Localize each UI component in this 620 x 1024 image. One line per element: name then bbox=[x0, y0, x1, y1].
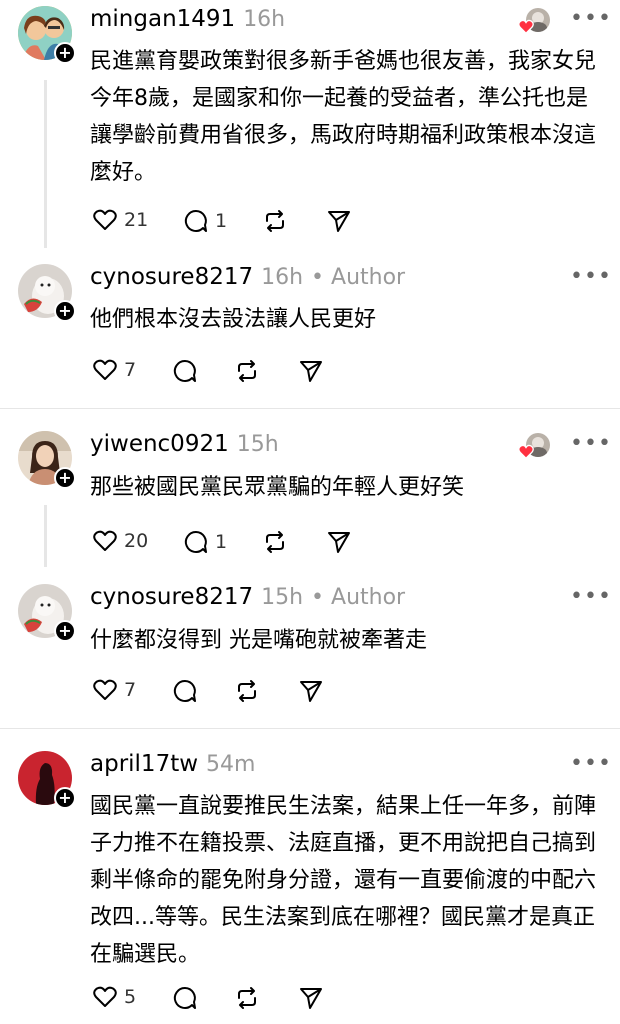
timestamp: 15h bbox=[236, 432, 279, 457]
repost-button[interactable] bbox=[234, 985, 260, 1015]
comment-header: cynosure8217 15h • Author bbox=[90, 584, 405, 610]
more-dots-icon[interactable]: ••• bbox=[570, 431, 612, 456]
reply-button[interactable] bbox=[172, 985, 198, 1015]
share-send-icon bbox=[300, 681, 322, 702]
share-button[interactable] bbox=[298, 358, 324, 388]
comment-text: 那些被國民黨民眾黨騙的年輕人更好笑 bbox=[90, 475, 465, 500]
reply-count: 1 bbox=[215, 531, 228, 553]
heart-icon bbox=[93, 530, 117, 551]
heart-icon bbox=[93, 986, 117, 1007]
follow-plus-icon[interactable]: + bbox=[54, 42, 76, 64]
divider bbox=[0, 408, 620, 409]
timestamp: 16h bbox=[243, 7, 286, 32]
reply-button[interactable] bbox=[172, 358, 198, 388]
repost-icon bbox=[266, 210, 284, 232]
heart-icon bbox=[93, 679, 117, 700]
reply-count: 1 bbox=[215, 210, 228, 232]
reply-button[interactable]: 1 bbox=[183, 529, 227, 555]
divider bbox=[0, 728, 620, 729]
repost-icon bbox=[266, 531, 284, 553]
comment-text: 民進黨育嬰政策對很多新手爸媽也很友善，我家女兒今年8歲，是國家和你一起養的受益者… bbox=[90, 49, 597, 185]
share-button[interactable] bbox=[326, 208, 352, 238]
reply-bubble-icon bbox=[173, 986, 196, 1009]
comment-text: 國民黨一直說要推民生法案，結果上任一年多，前陣子力推不在籍投票、法庭直播，更不用… bbox=[90, 794, 597, 967]
repost-button[interactable] bbox=[234, 358, 260, 388]
follow-plus-icon[interactable]: + bbox=[54, 620, 76, 642]
comment-header: april17tw 54m bbox=[90, 751, 255, 777]
like-count: 21 bbox=[124, 209, 149, 231]
reply-bubble-icon bbox=[184, 530, 207, 553]
comment-text: 他們根本沒去設法讓人民更好 bbox=[90, 307, 377, 332]
follow-plus-icon[interactable]: + bbox=[54, 300, 76, 322]
reply-bubble-icon bbox=[173, 359, 196, 382]
timestamp: 16h bbox=[261, 265, 304, 290]
reply-bubble-icon bbox=[173, 679, 196, 702]
comment-header: mingan1491 16h bbox=[90, 6, 285, 32]
reply-button[interactable] bbox=[172, 678, 198, 708]
comment-text: 什麼都沒得到 光是嘴砲就被牽著走 bbox=[90, 628, 427, 653]
heart-icon bbox=[93, 359, 117, 380]
thread-line bbox=[44, 80, 47, 248]
repost-button[interactable] bbox=[262, 208, 288, 238]
follow-plus-icon[interactable]: + bbox=[54, 787, 76, 809]
share-button[interactable] bbox=[298, 985, 324, 1015]
author-badge: • Author bbox=[311, 265, 406, 290]
username[interactable]: cynosure8217 bbox=[90, 584, 253, 610]
username[interactable]: mingan1491 bbox=[90, 6, 235, 32]
share-send-icon bbox=[328, 532, 350, 553]
timestamp: 15h bbox=[261, 585, 304, 610]
repost-icon bbox=[238, 360, 256, 382]
like-count: 20 bbox=[124, 530, 149, 552]
share-send-icon bbox=[300, 988, 322, 1009]
author-badge: • Author bbox=[311, 585, 406, 610]
reply-button[interactable]: 1 bbox=[183, 208, 227, 234]
like-count: 7 bbox=[124, 359, 137, 381]
reply-bubble-icon bbox=[184, 209, 207, 232]
username[interactable]: yiwenc0921 bbox=[90, 431, 229, 457]
liked-by-author-avatar bbox=[518, 8, 552, 38]
like-button[interactable]: 20 bbox=[92, 529, 148, 553]
repost-icon bbox=[238, 987, 256, 1009]
like-button[interactable]: 7 bbox=[92, 678, 136, 702]
more-dots-icon[interactable]: ••• bbox=[570, 264, 612, 289]
more-dots-icon[interactable]: ••• bbox=[570, 584, 612, 609]
like-count: 5 bbox=[124, 986, 137, 1008]
share-button[interactable] bbox=[298, 678, 324, 708]
username[interactable]: cynosure8217 bbox=[90, 264, 253, 290]
thread-line bbox=[44, 505, 47, 567]
like-button[interactable]: 21 bbox=[92, 208, 148, 232]
share-button[interactable] bbox=[326, 529, 352, 559]
more-dots-icon[interactable]: ••• bbox=[570, 6, 612, 31]
more-dots-icon[interactable]: ••• bbox=[570, 751, 612, 776]
repost-button[interactable] bbox=[234, 678, 260, 708]
share-send-icon bbox=[328, 211, 350, 232]
like-button[interactable]: 5 bbox=[92, 985, 136, 1009]
heart-icon bbox=[518, 444, 534, 459]
liked-by-author-avatar bbox=[518, 433, 552, 463]
repost-icon bbox=[238, 680, 256, 702]
heart-icon bbox=[518, 19, 534, 34]
username[interactable]: april17tw bbox=[90, 751, 198, 777]
comment-header: yiwenc0921 15h bbox=[90, 431, 279, 457]
follow-plus-icon[interactable]: + bbox=[54, 467, 76, 489]
heart-icon bbox=[93, 209, 117, 230]
timestamp: 54m bbox=[206, 752, 256, 777]
repost-button[interactable] bbox=[262, 529, 288, 559]
like-count: 7 bbox=[124, 679, 137, 701]
comment-header: cynosure8217 16h • Author bbox=[90, 264, 405, 290]
share-send-icon bbox=[300, 361, 322, 382]
like-button[interactable]: 7 bbox=[92, 358, 136, 382]
